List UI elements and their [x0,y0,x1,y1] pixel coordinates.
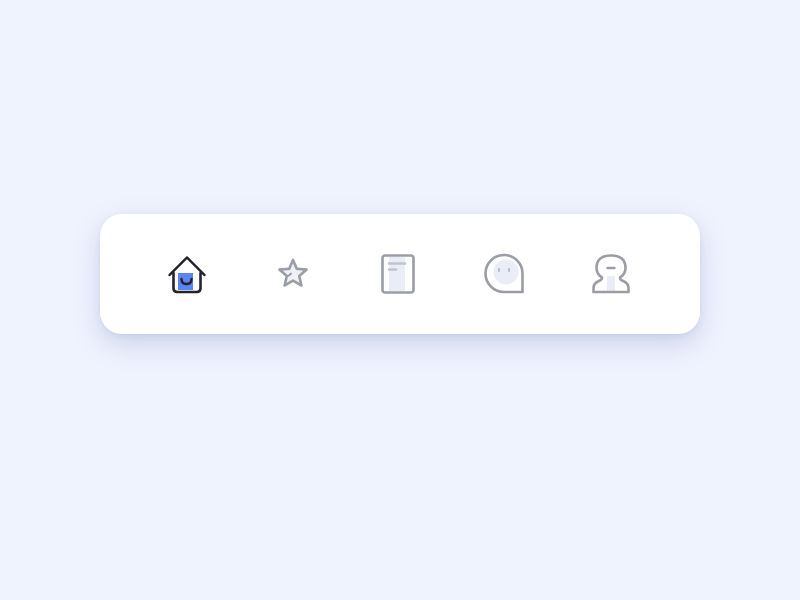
bottom-tab-bar [100,214,700,334]
chat-bubble-icon [484,253,524,294]
tab-messages[interactable] [473,242,537,306]
tab-profile[interactable] [579,242,643,306]
tab-documents[interactable] [367,242,431,306]
profile-icon [592,254,630,294]
tab-favorites[interactable] [261,242,325,306]
app-screen [0,0,800,600]
tab-home[interactable] [155,242,219,306]
star-icon [278,258,308,287]
home-icon [168,256,206,294]
document-icon [381,254,415,294]
